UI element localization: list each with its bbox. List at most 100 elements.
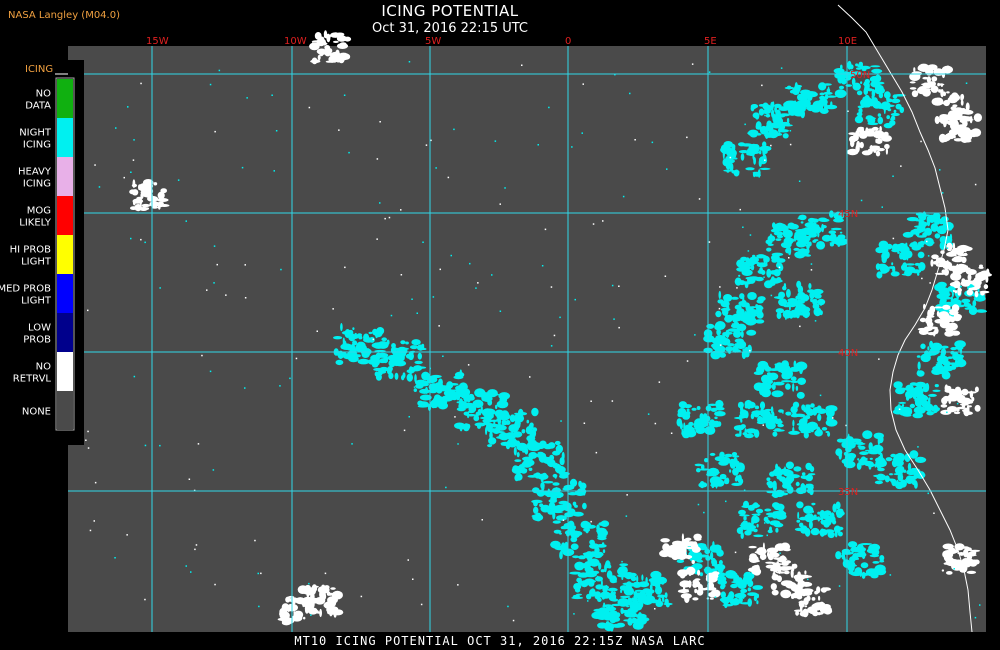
icing-patch: [153, 182, 158, 186]
icing-patch: [724, 453, 733, 458]
icing-patch: [762, 149, 768, 154]
icing-speck: [860, 199, 863, 202]
icing-patch: [885, 147, 889, 155]
icing-speck: [485, 397, 487, 399]
icing-speck: [881, 148, 884, 150]
icing-speck: [582, 83, 584, 85]
icing-patch: [752, 515, 760, 524]
icing-patch: [413, 365, 423, 371]
icing-patch: [739, 464, 744, 472]
icing-speck: [654, 608, 656, 610]
icing-patch: [901, 251, 908, 261]
icing-patch: [552, 464, 562, 467]
icing-patch: [775, 238, 782, 242]
icing-patch: [822, 587, 831, 591]
icing-speck: [719, 344, 722, 346]
icing-patch: [928, 350, 933, 357]
icing-patch: [751, 150, 760, 154]
icing-speck: [260, 572, 262, 575]
icing-patch: [857, 445, 862, 448]
icing-patch: [782, 133, 789, 139]
icing-patch: [920, 343, 926, 350]
icing-speck: [87, 309, 89, 312]
icing-patch: [857, 545, 864, 552]
icing-speck: [94, 481, 97, 484]
icing-patch: [948, 309, 957, 312]
icing-patch: [743, 516, 747, 521]
icing-patch: [514, 459, 522, 462]
icing-patch: [709, 597, 714, 600]
icing-patch: [960, 134, 970, 143]
icing-patch: [784, 86, 795, 90]
icing-patch: [974, 283, 981, 290]
icing-speck: [763, 276, 765, 278]
icing-speck: [130, 237, 132, 240]
icing-patch: [753, 410, 760, 418]
icing-speck: [875, 80, 877, 83]
icing-patch: [803, 505, 814, 514]
icing-patch: [854, 115, 864, 124]
legend-label: HEAVY ICING: [18, 167, 52, 190]
icing-patch: [774, 428, 781, 431]
icing-patch: [961, 298, 971, 304]
icing-patch: [487, 399, 493, 406]
icing-speck: [93, 520, 95, 522]
icing-patch: [795, 385, 799, 391]
icing-patch: [755, 133, 762, 136]
icing-speck: [246, 97, 248, 99]
icing-patch: [865, 115, 874, 120]
icing-speck: [587, 600, 589, 602]
icing-patch: [434, 382, 442, 392]
icing-patch: [805, 483, 809, 488]
icing-patch: [801, 229, 805, 238]
icing-patch: [933, 68, 944, 76]
icing-patch: [759, 401, 766, 410]
icing-patch: [885, 478, 896, 481]
icing-patch: [765, 258, 768, 265]
icing-patch: [806, 106, 814, 110]
legend-label: NIGHT ICING: [19, 128, 52, 151]
icing-patch: [752, 104, 757, 110]
icing-patch: [430, 374, 442, 379]
icing-speck: [708, 71, 711, 73]
icing-patch: [963, 252, 968, 256]
icing-patch: [552, 482, 560, 486]
icing-speck: [422, 241, 424, 243]
icing-patch: [899, 106, 905, 114]
icing-patch: [419, 388, 430, 394]
icing-speck: [348, 151, 350, 154]
icing-patch: [963, 279, 972, 285]
icing-speck: [85, 439, 87, 441]
icing-patch: [790, 376, 797, 382]
icing-speck: [499, 203, 501, 205]
icing-speck: [273, 170, 275, 172]
icing-patch: [132, 179, 136, 189]
icing-patch: [589, 558, 600, 567]
icing-patch: [732, 460, 740, 465]
icing-patch: [513, 446, 517, 456]
icing-patch: [630, 602, 641, 606]
icing-speck: [412, 578, 414, 580]
icing-speck: [212, 469, 215, 471]
icing-patch: [969, 115, 973, 124]
icing-patch: [311, 584, 318, 593]
icing-patch: [711, 420, 721, 428]
icing-patch: [386, 339, 390, 345]
icing-patch: [700, 464, 705, 470]
icing-patch: [792, 419, 795, 427]
icing-patch: [324, 47, 332, 57]
icing-speck: [900, 165, 902, 167]
icing-speck: [529, 376, 531, 378]
icing-patch: [277, 617, 289, 622]
icing-speck: [929, 282, 931, 284]
icing-patch: [931, 76, 938, 82]
icing-speck: [808, 308, 810, 310]
icing-patch: [849, 64, 854, 70]
icing-patch: [953, 304, 958, 310]
icing-patch: [838, 71, 847, 76]
icing-patch: [771, 109, 775, 118]
icing-patch: [363, 333, 370, 342]
icing-speck: [742, 226, 744, 228]
icing-patch: [821, 604, 831, 609]
icing-map: 15W 10W 5W 0 5E 10E 50N 45N 40N 35N ICIN…: [0, 4, 992, 633]
